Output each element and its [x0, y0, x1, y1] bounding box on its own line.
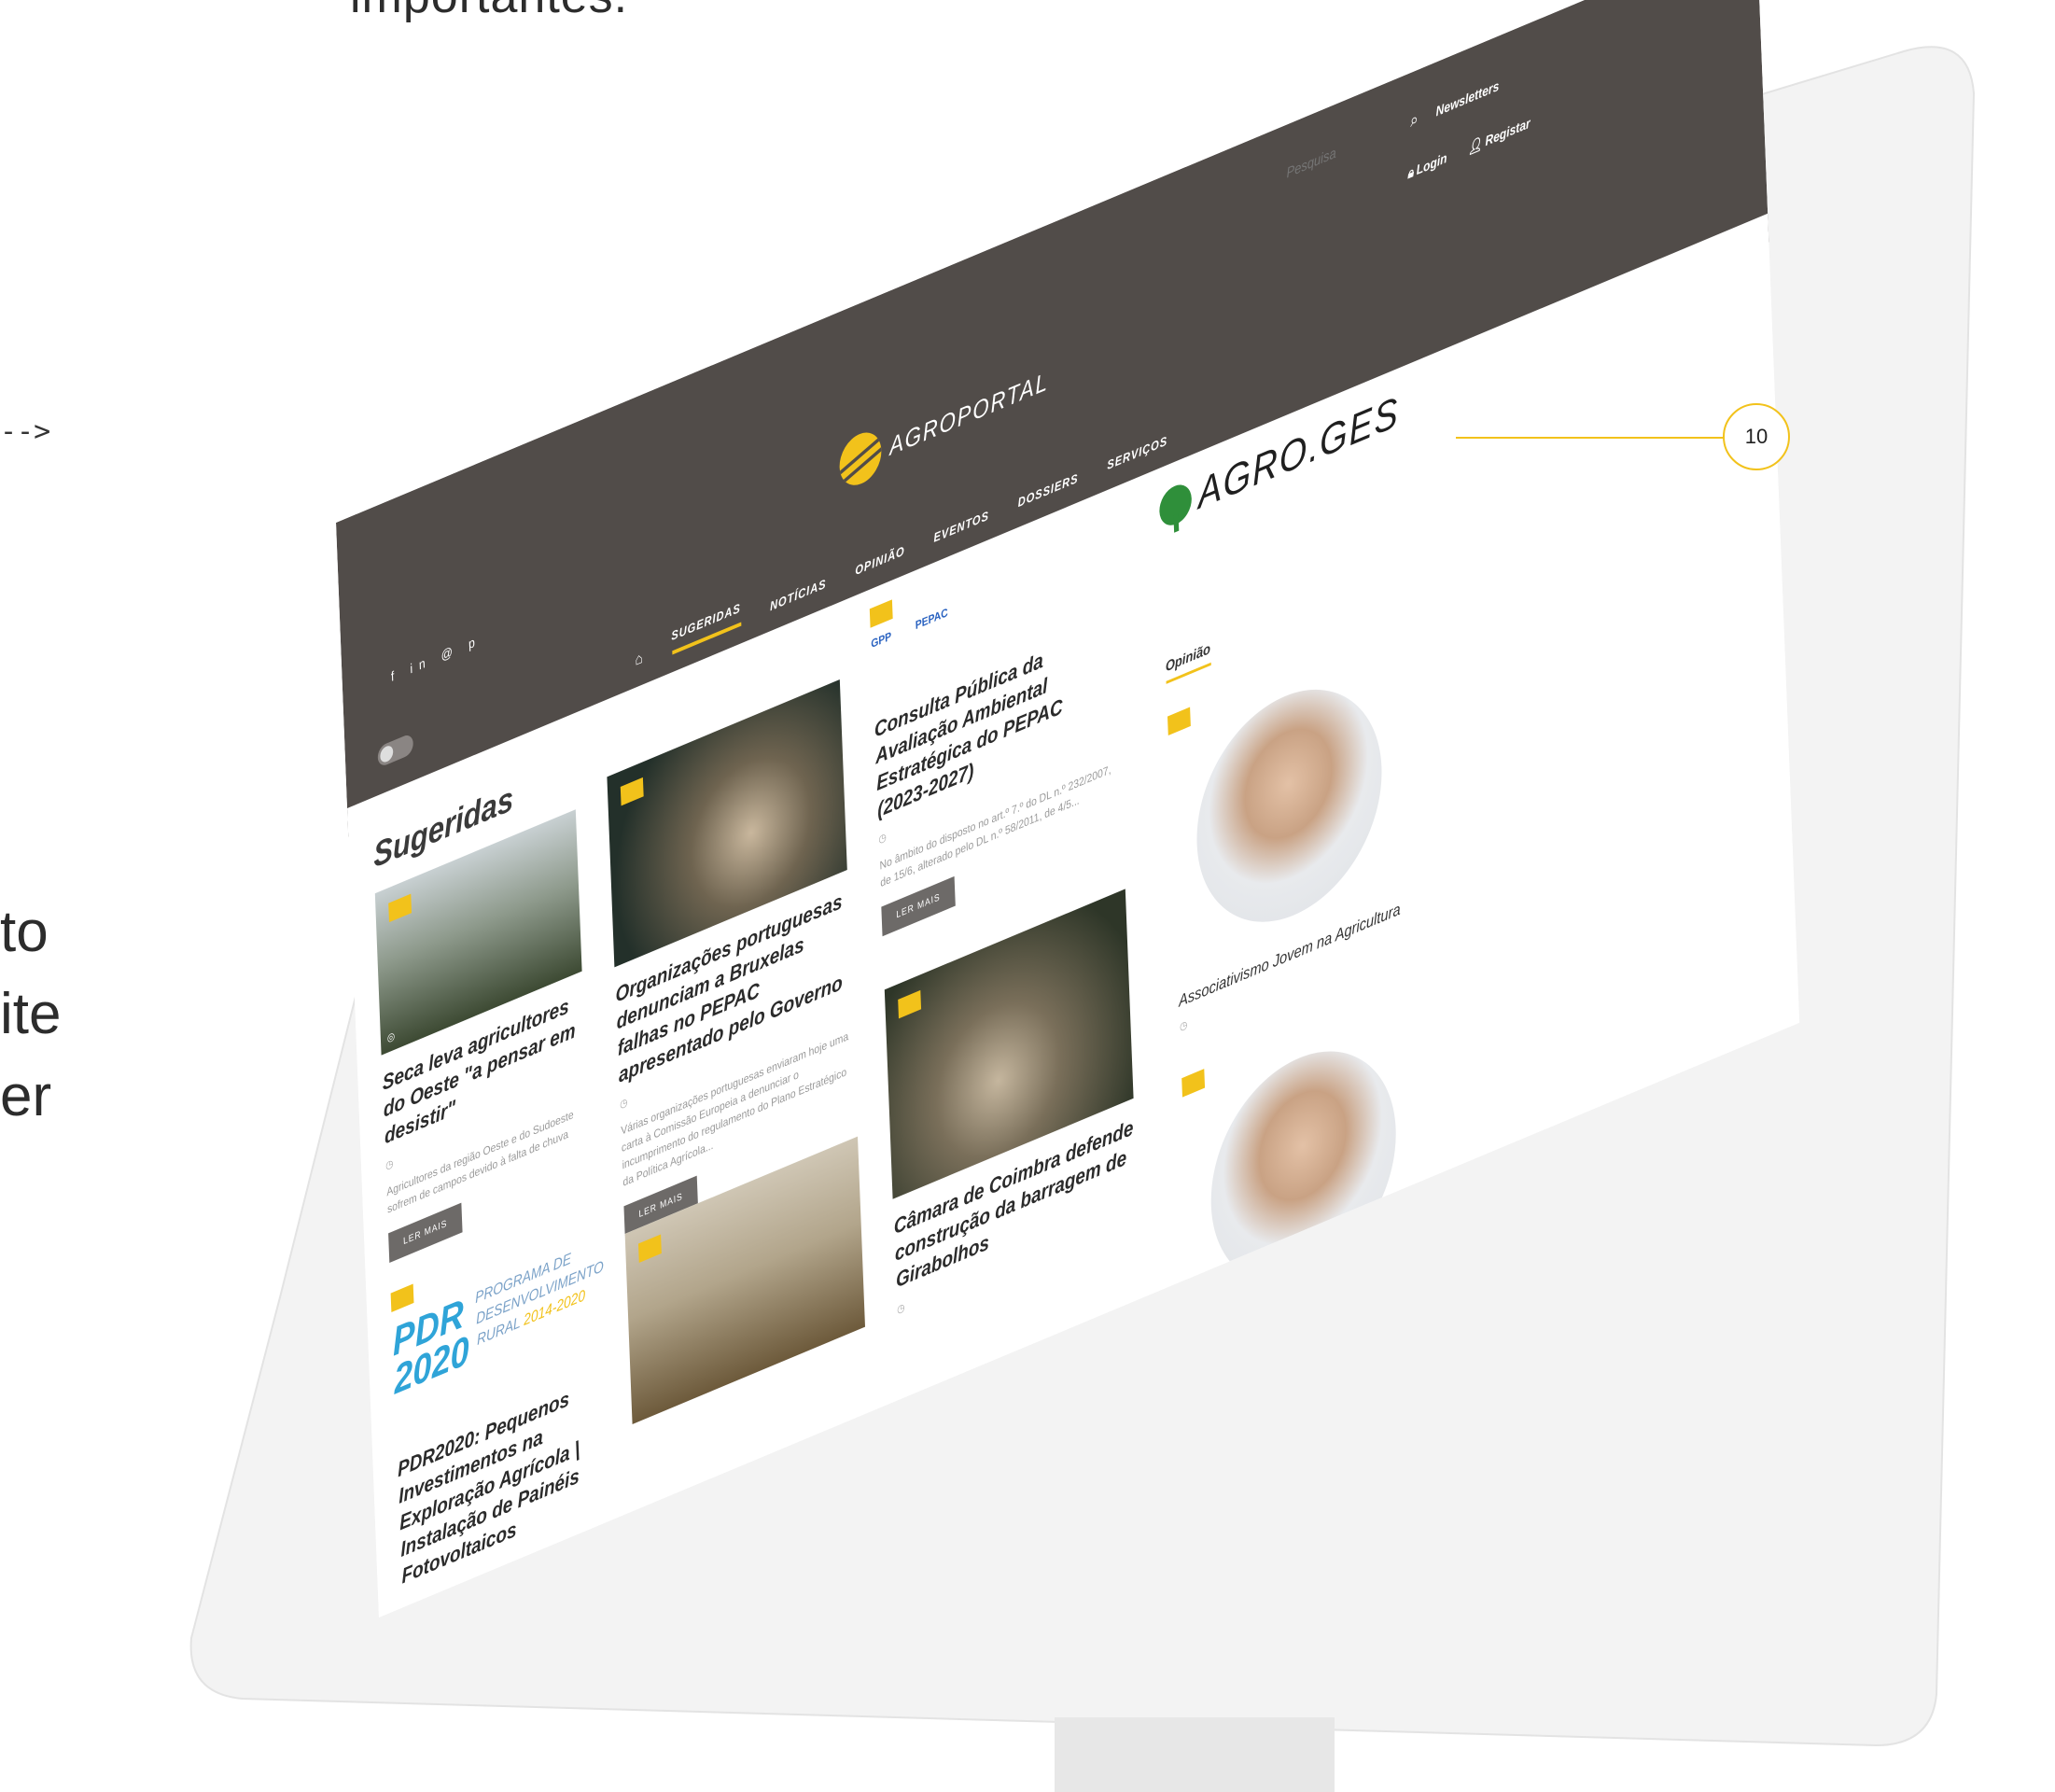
lock-icon: 🔒︎ — [1406, 163, 1414, 182]
monitor: f in @ p AGROPORTAL ⌕ Newsletters 🔒︎ Log… — [131, 0, 2055, 1792]
photo-credit-icon: ◎ — [386, 1029, 396, 1045]
pdr-mark: PDR 2020 — [392, 1290, 470, 1403]
callout-line — [1456, 437, 1726, 439]
dashed-arrow: --> — [0, 415, 51, 448]
side-text-line-3: er — [0, 1064, 52, 1128]
category-badge — [620, 777, 644, 806]
monitor-stand — [1055, 1717, 1335, 1792]
login-link[interactable]: 🔒︎ Login — [1407, 149, 1447, 182]
nav-item-servicos[interactable]: SERVIÇOS — [1107, 433, 1167, 472]
nav-item-eventos[interactable]: EVENTOS — [933, 508, 989, 545]
agroges-tree-icon — [1158, 479, 1193, 531]
side-text-line-2: ite — [0, 982, 62, 1046]
social-icons[interactable]: f in @ p — [391, 631, 482, 684]
pdr-text: PROGRAMA DE DESENVOLVIMENTO RURAL 2014-2… — [475, 1236, 605, 1352]
home-icon[interactable]: ⌂ — [635, 650, 643, 670]
site-logo[interactable]: AGROPORTAL — [838, 356, 1050, 493]
category-badge — [390, 1283, 414, 1312]
register-link[interactable]: 👤︎ Registar — [1467, 115, 1531, 157]
category-badge — [898, 989, 922, 1019]
opinion-meta: ◷ — [1179, 1018, 1188, 1034]
logo-text: AGROPORTAL — [888, 365, 1049, 461]
article-card-pdr[interactable]: PDR 2020 PROGRAMA DE DESENVOLVIMENTO RUR… — [390, 1209, 604, 1590]
pdr-logo: PDR 2020 PROGRAMA DE DESENVOLVIMENTO RUR… — [392, 1239, 604, 1403]
category-badge — [638, 1234, 662, 1263]
opinion-heading: Opinião — [1165, 640, 1211, 684]
side-text: to ite er — [0, 891, 61, 1138]
category-badge — [1167, 707, 1191, 735]
agroportal-logo-icon — [838, 425, 883, 493]
search-icon[interactable]: ⌕ — [1410, 108, 1419, 132]
callout-badge: 10 — [1723, 403, 1790, 470]
opinion-avatar[interactable] — [1193, 657, 1386, 954]
category-badge — [1181, 1069, 1206, 1098]
nav-item-dossiers[interactable]: DOSSIERS — [1017, 470, 1078, 510]
theme-toggle[interactable] — [377, 732, 414, 769]
nav-item-noticias[interactable]: NOTÍCIAS — [770, 576, 827, 614]
gpp-logo: GPP — [871, 628, 892, 651]
register-label: Registar — [1485, 114, 1531, 149]
newsletter-link[interactable]: Newsletters — [1435, 77, 1499, 119]
nav-item-opiniao[interactable]: OPINIÃO — [855, 543, 905, 579]
pepac-logo: PEPAC — [915, 605, 948, 633]
search-input[interactable] — [1284, 119, 1393, 184]
category-badge — [869, 599, 893, 628]
category-badge — [388, 893, 412, 923]
side-text-line-1: to — [0, 900, 49, 964]
article-card-consulta[interactable]: GPP PEPAC Consulta Pública da Avaliação … — [869, 508, 1124, 937]
login-label: Login — [1416, 149, 1447, 178]
article-card-coimbra[interactable]: Câmara de Coimbra defende construção da … — [884, 889, 1139, 1317]
article-card-seca[interactable]: ◎ Seca leva agricultores do Oeste "a pen… — [374, 809, 591, 1263]
user-icon: 👤︎ — [1467, 134, 1483, 157]
